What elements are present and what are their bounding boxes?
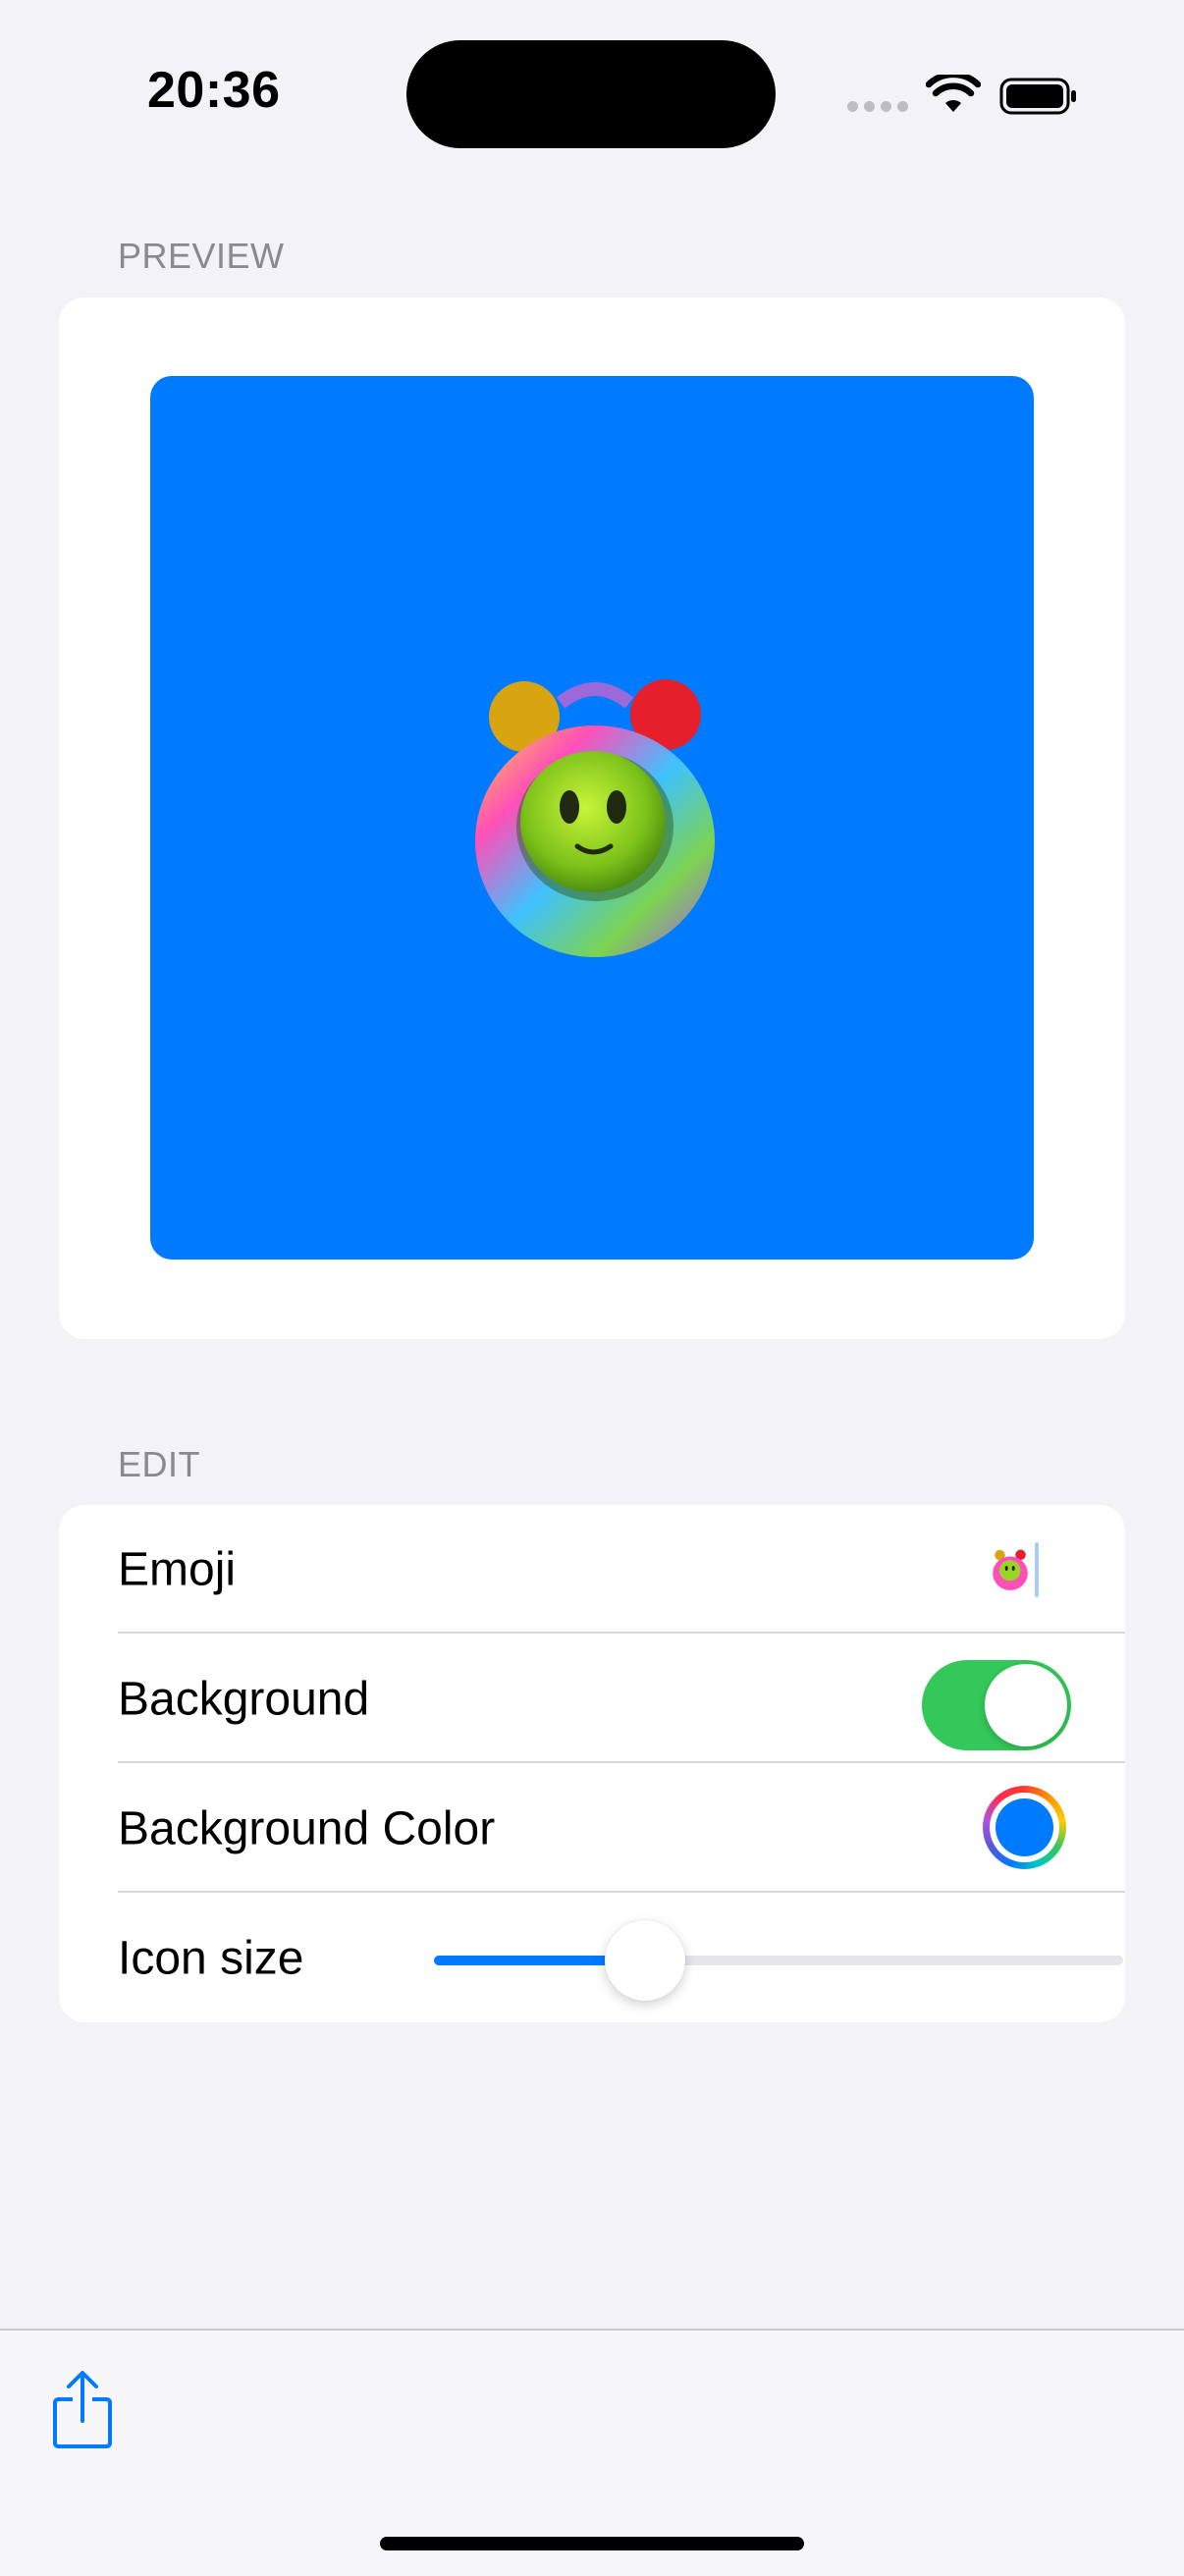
selected-color-swatch	[996, 1798, 1053, 1856]
cellular-signal-icon	[847, 101, 908, 112]
icon-size-label: Icon size	[118, 1932, 304, 1984]
emoji-preview-icon	[475, 679, 715, 957]
icon-size-row: Icon size	[59, 1894, 1125, 2022]
emoji-input[interactable]	[992, 1542, 1039, 1597]
dynamic-island	[406, 40, 776, 148]
background-color-row: Background Color	[59, 1764, 1125, 1893]
emoji-row[interactable]: Emoji	[59, 1505, 1125, 1634]
icon-preview	[150, 376, 1034, 1260]
background-row: Background	[59, 1635, 1125, 1763]
row-divider	[118, 1761, 1125, 1763]
row-divider	[118, 1891, 1125, 1893]
slider-thumb[interactable]	[604, 1920, 685, 2001]
status-time: 20:36	[147, 62, 281, 119]
color-picker-button[interactable]	[983, 1786, 1066, 1869]
icon-size-slider[interactable]	[434, 1920, 1123, 2001]
emoji-label: Emoji	[118, 1543, 237, 1595]
share-icon[interactable]	[51, 2370, 114, 2450]
row-divider	[118, 1632, 1125, 1634]
emoji-value-icon	[993, 1549, 1028, 1590]
edit-section-header: EDIT	[118, 1444, 201, 1484]
background-color-label: Background Color	[118, 1802, 496, 1854]
wifi-icon	[926, 75, 981, 112]
background-toggle[interactable]	[922, 1660, 1071, 1750]
preview-section-header: PREVIEW	[118, 236, 285, 276]
battery-icon	[999, 78, 1076, 115]
home-indicator	[380, 2537, 804, 2550]
background-label: Background	[118, 1673, 370, 1725]
text-cursor	[1035, 1542, 1039, 1597]
toggle-knob	[985, 1664, 1067, 1746]
edit-card: Emoji Background Background Color Icon s…	[59, 1505, 1125, 2022]
